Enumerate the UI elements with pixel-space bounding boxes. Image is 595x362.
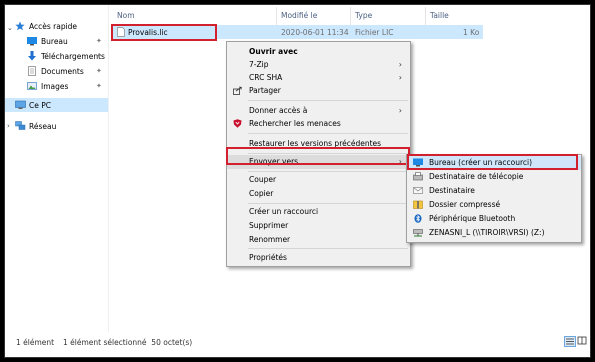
screenshot-border xyxy=(0,0,595,362)
